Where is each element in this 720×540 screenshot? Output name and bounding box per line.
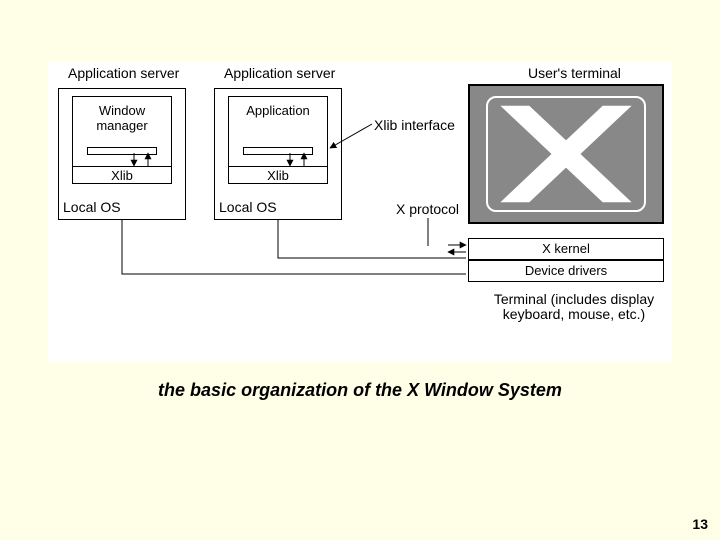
- label-device-drivers: Device drivers: [469, 263, 663, 278]
- label-window-manager: Window manager: [73, 103, 171, 133]
- box-device-drivers: Device drivers: [468, 260, 664, 282]
- label-localos-1: Local OS: [63, 200, 121, 215]
- label-terminal-note: Terminal (includes display keyboard, mou…: [484, 292, 664, 323]
- box-xlib-1: Xlib: [72, 166, 172, 184]
- label-xlib-2: Xlib: [229, 168, 327, 183]
- label-xlib-1: Xlib: [73, 168, 171, 183]
- box-terminal-display: [468, 84, 664, 224]
- label-appserver-1: Application server: [68, 66, 179, 81]
- label-localos-2: Local OS: [219, 200, 277, 215]
- page-number: 13: [692, 516, 708, 532]
- connector-bar-2: [243, 147, 313, 155]
- label-user-terminal: User's terminal: [528, 66, 621, 81]
- box-xlib-2: Xlib: [228, 166, 328, 184]
- slide: Application server Application server Us…: [0, 0, 720, 540]
- box-x-kernel: X kernel: [468, 238, 664, 260]
- label-xlib-interface: Xlib interface: [374, 118, 455, 133]
- label-x-protocol: X protocol: [396, 202, 459, 217]
- label-x-kernel: X kernel: [469, 241, 663, 256]
- x-logo-icon: [488, 98, 644, 210]
- diagram-figure: Application server Application server Us…: [48, 62, 672, 362]
- x-logo-box: [486, 96, 646, 212]
- figure-caption: the basic organization of the X Window S…: [0, 380, 720, 401]
- connector-bar-1: [87, 147, 157, 155]
- label-appserver-2: Application server: [224, 66, 335, 81]
- label-application: Application: [229, 103, 327, 118]
